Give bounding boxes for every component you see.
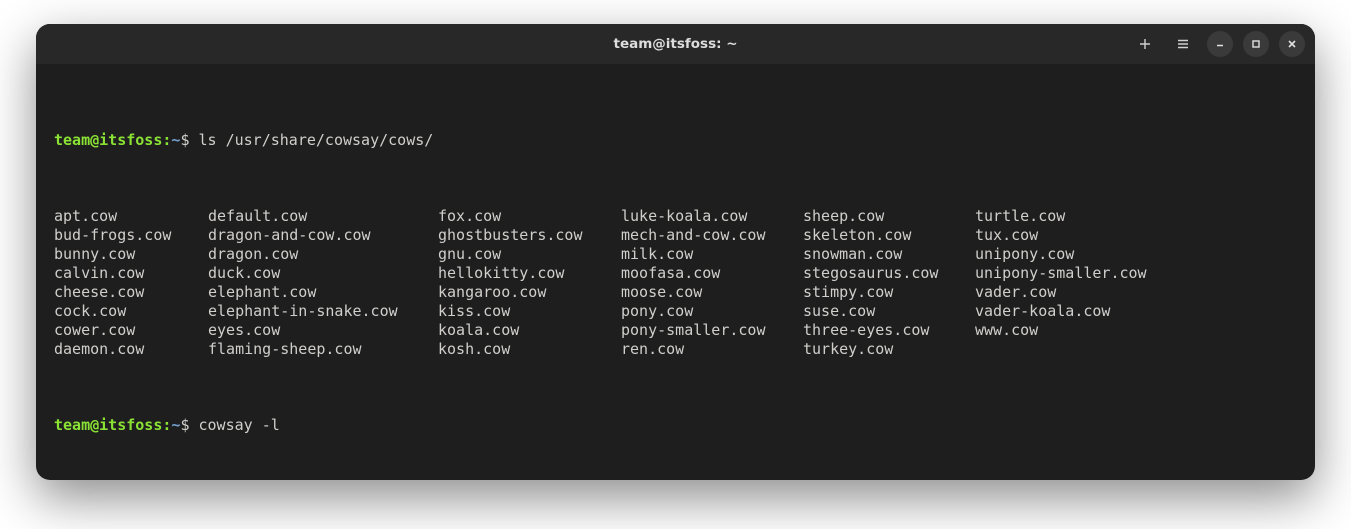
terminal-body[interactable]: team@itsfoss:~$ ls /usr/share/cowsay/cow… — [36, 64, 1315, 480]
ls-file: dragon-and-cow.cow — [208, 226, 438, 245]
ls-file: moose.cow — [621, 283, 803, 302]
ls-file: vader-koala.cow — [975, 302, 1297, 321]
ls-file: cheese.cow — [54, 283, 208, 302]
ls-file: apt.cow — [54, 207, 208, 226]
command-2: cowsay -l — [199, 416, 280, 434]
ls-file: three-eyes.cow — [803, 321, 975, 340]
ls-file: calvin.cow — [54, 264, 208, 283]
ls-file: turkey.cow — [803, 340, 975, 359]
ls-file: bud-frogs.cow — [54, 226, 208, 245]
hamburger-icon — [1176, 37, 1190, 51]
ls-file: milk.cow — [621, 245, 803, 264]
ls-file: vader.cow — [975, 283, 1297, 302]
prompt-user: team@itsfoss — [54, 131, 162, 149]
ls-file: fox.cow — [438, 207, 621, 226]
maximize-icon — [1250, 38, 1262, 50]
ls-file: koala.cow — [438, 321, 621, 340]
ls-file: mech-and-cow.cow — [621, 226, 803, 245]
prompt-line-1: team@itsfoss:~$ ls /usr/share/cowsay/cow… — [54, 131, 1297, 150]
prompt-user: team@itsfoss — [54, 416, 162, 434]
ls-file: moofasa.cow — [621, 264, 803, 283]
ls-file: turtle.cow — [975, 207, 1297, 226]
window-controls — [1131, 24, 1305, 64]
ls-file: duck.cow — [208, 264, 438, 283]
ls-file: skeleton.cow — [803, 226, 975, 245]
ls-file: ghostbusters.cow — [438, 226, 621, 245]
new-tab-button[interactable] — [1131, 30, 1159, 58]
ls-file: stegosaurus.cow — [803, 264, 975, 283]
ls-file: sheep.cow — [803, 207, 975, 226]
close-button[interactable] — [1279, 31, 1305, 57]
ls-file: kangaroo.cow — [438, 283, 621, 302]
ls-output-grid: apt.cowdefault.cowfox.cowluke-koala.cows… — [54, 207, 1297, 359]
ls-file: elephant.cow — [208, 283, 438, 302]
menu-button[interactable] — [1169, 30, 1197, 58]
maximize-button[interactable] — [1243, 31, 1269, 57]
ls-file: cower.cow — [54, 321, 208, 340]
command-1: ls /usr/share/cowsay/cows/ — [199, 131, 434, 149]
ls-file: gnu.cow — [438, 245, 621, 264]
ls-file: daemon.cow — [54, 340, 208, 359]
ls-file: eyes.cow — [208, 321, 438, 340]
window-title: team@itsfoss: ~ — [36, 35, 1315, 54]
minimize-icon — [1214, 38, 1226, 50]
terminal-window: team@itsfoss: ~ team@itsfoss:~$ ls /usr/… — [36, 24, 1315, 480]
ls-file: dragon.cow — [208, 245, 438, 264]
prompt-line-2: team@itsfoss:~$ cowsay -l — [54, 416, 1297, 435]
ls-file: kiss.cow — [438, 302, 621, 321]
ls-file: elephant-in-snake.cow — [208, 302, 438, 321]
ls-file: suse.cow — [803, 302, 975, 321]
ls-file: default.cow — [208, 207, 438, 226]
ls-file: pony.cow — [621, 302, 803, 321]
ls-file: unipony-smaller.cow — [975, 264, 1297, 283]
ls-file: flaming-sheep.cow — [208, 340, 438, 359]
ls-file: hellokitty.cow — [438, 264, 621, 283]
ls-file: ren.cow — [621, 340, 803, 359]
prompt-dollar: $ — [180, 131, 198, 149]
minimize-button[interactable] — [1207, 31, 1233, 57]
ls-file: www.cow — [975, 321, 1297, 340]
titlebar: team@itsfoss: ~ — [36, 24, 1315, 64]
plus-icon — [1138, 37, 1152, 51]
ls-file — [975, 340, 1297, 359]
ls-file: bunny.cow — [54, 245, 208, 264]
prompt-dollar: $ — [180, 416, 198, 434]
ls-file: tux.cow — [975, 226, 1297, 245]
ls-file: kosh.cow — [438, 340, 621, 359]
ls-file: pony-smaller.cow — [621, 321, 803, 340]
ls-file: unipony.cow — [975, 245, 1297, 264]
close-icon — [1286, 38, 1298, 50]
ls-file: snowman.cow — [803, 245, 975, 264]
ls-file: luke-koala.cow — [621, 207, 803, 226]
ls-file: stimpy.cow — [803, 283, 975, 302]
ls-file: cock.cow — [54, 302, 208, 321]
